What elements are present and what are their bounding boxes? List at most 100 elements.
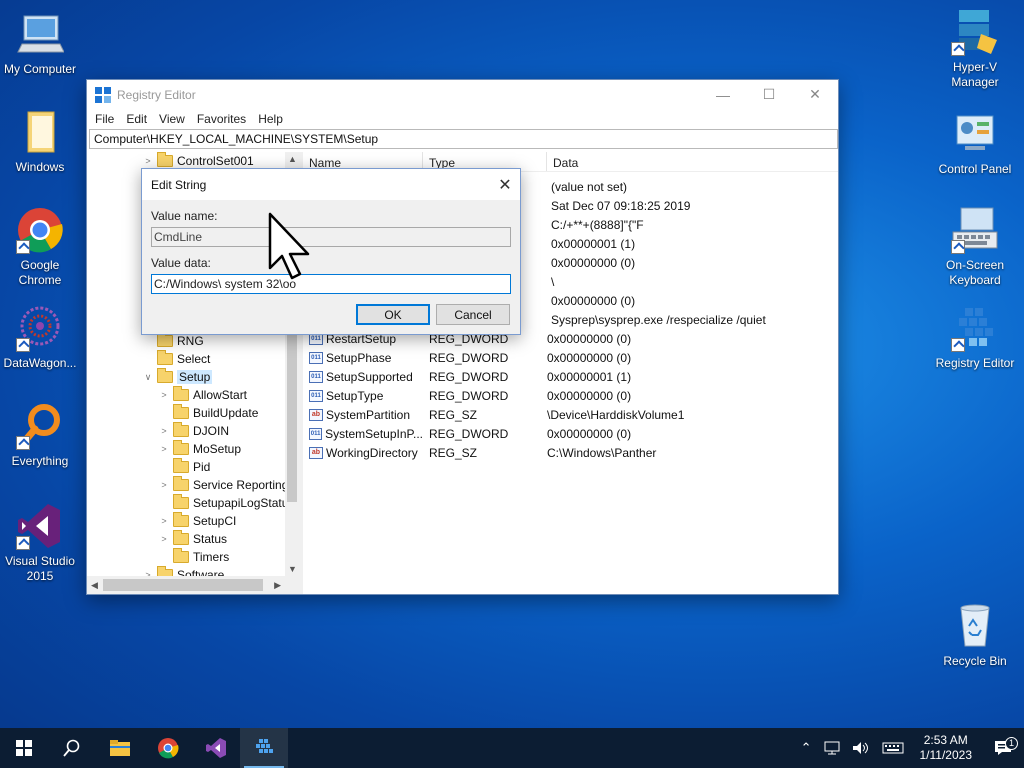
folder-icon xyxy=(157,350,173,365)
taskbar-registry-editor[interactable] xyxy=(240,728,288,768)
title-bar[interactable]: Registry Editor — ☐ ✕ xyxy=(87,80,838,109)
menu-file[interactable]: File xyxy=(89,112,120,126)
maximize-button[interactable]: ☐ xyxy=(746,80,792,109)
clock-time: 2:53 AM xyxy=(923,733,968,747)
tree-item-selected[interactable]: ∨ Setup xyxy=(143,368,213,386)
tree-item[interactable]: > Status xyxy=(159,530,227,548)
desktop-icon-hyperv[interactable]: Hyper-V Manager xyxy=(935,8,1015,90)
desktop-icon-keyboard[interactable]: On-Screen Keyboard xyxy=(935,206,1015,288)
value-data: 0x00000000 (0) xyxy=(547,426,632,441)
desktop-icon-control-panel[interactable]: Control Panel xyxy=(935,110,1015,177)
shortcut-arrow-icon xyxy=(16,536,30,550)
volume-icon[interactable] xyxy=(846,741,876,755)
folder-icon xyxy=(173,494,189,509)
clock[interactable]: 2:53 AM 1/11/2023 xyxy=(910,733,983,763)
scroll-right-icon[interactable]: ▶ xyxy=(274,580,281,591)
expand-arrow-icon[interactable]: > xyxy=(159,444,169,454)
desktop-icon-registry-editor[interactable]: Registry Editor xyxy=(935,304,1015,371)
tree-item[interactable]: > AllowStart xyxy=(159,386,247,404)
desktop-icon-my-computer[interactable]: My Computer xyxy=(0,10,80,77)
value-type: REG_DWORD xyxy=(429,388,509,403)
list-row[interactable]: 011 SetupType REG_DWORD 0x00000000 (0) xyxy=(303,386,631,405)
value-type: REG_SZ xyxy=(429,407,478,422)
tree-item[interactable]: BuildUpdate xyxy=(159,404,258,422)
tree-item-label: ControlSet001 xyxy=(177,154,254,168)
taskbar-chrome[interactable] xyxy=(144,728,192,768)
menu-favorites[interactable]: Favorites xyxy=(191,112,252,126)
expand-arrow-icon[interactable]: > xyxy=(159,480,169,490)
tree-item[interactable]: > DJOIN xyxy=(159,422,229,440)
column-header-data[interactable]: Data xyxy=(547,152,838,171)
tree-item[interactable]: > SetupCI xyxy=(159,512,236,530)
menu-view[interactable]: View xyxy=(153,112,191,126)
expand-arrow-icon[interactable]: > xyxy=(159,516,169,526)
folder-icon xyxy=(157,368,173,383)
tree-item[interactable]: Select xyxy=(143,350,210,368)
collapse-arrow-icon[interactable]: ∨ xyxy=(143,372,153,383)
taskbar-search-button[interactable] xyxy=(48,728,96,768)
expand-arrow-icon[interactable]: > xyxy=(159,426,169,436)
desktop-icon-visual-studio[interactable]: Visual Studio 2015 xyxy=(0,502,80,584)
desktop-icon-everything[interactable]: Everything xyxy=(0,402,80,469)
value-name-field[interactable]: CmdLine xyxy=(151,227,511,247)
expand-arrow-icon[interactable]: > xyxy=(159,390,169,400)
search-icon xyxy=(63,739,80,757)
cancel-button[interactable]: Cancel xyxy=(436,304,510,325)
taskbar-file-explorer[interactable] xyxy=(96,728,144,768)
registry-editor-window[interactable]: Registry Editor — ☐ ✕ File Edit View Fav… xyxy=(86,79,839,595)
ok-button[interactable]: OK xyxy=(356,304,430,325)
expand-arrow-icon[interactable]: > xyxy=(143,156,153,166)
edit-string-dialog[interactable]: Edit String ✕ Value name: CmdLine Value … xyxy=(141,168,521,335)
notification-center-button[interactable]: 1 xyxy=(982,737,1024,756)
dword-icon: 011 xyxy=(309,389,323,402)
tree-item[interactable]: Timers xyxy=(159,548,229,566)
keyboard-icon[interactable] xyxy=(876,742,910,754)
shortcut-arrow-icon xyxy=(951,240,965,254)
chevron-up-icon[interactable]: ⌃ xyxy=(795,740,818,756)
menu-bar: File Edit View Favorites Help xyxy=(87,109,838,129)
list-row[interactable]: 011 SystemSetupInP... REG_DWORD 0x0000000… xyxy=(303,424,631,443)
minimize-button[interactable]: — xyxy=(700,80,746,109)
desktop-icon-windows[interactable]: Windows xyxy=(0,108,80,175)
datawagon-icon xyxy=(16,304,64,352)
value-data: C:\Windows\Panther xyxy=(547,445,657,460)
folder-icon xyxy=(173,422,189,437)
taskbar-visual-studio[interactable] xyxy=(192,728,240,768)
value-data: 0x00000001 (1) xyxy=(547,369,632,384)
value-data-field[interactable]: C:/Windows\ system 32\oo xyxy=(151,274,511,294)
close-icon[interactable]: ✕ xyxy=(490,175,520,195)
tree-item[interactable]: > MoSetup xyxy=(159,440,241,458)
address-bar[interactable]: Computer\HKEY_LOCAL_MACHINE\SYSTEM\Setup xyxy=(89,129,838,149)
list-row[interactable]: ab WorkingDirectory REG_SZ C:\Windows\Pan… xyxy=(303,443,656,462)
folder-icon xyxy=(157,152,173,167)
list-row[interactable]: ab SystemPartition REG_SZ \Device\Harddis… xyxy=(303,405,684,424)
desktop-icon-recycle-bin[interactable]: Recycle Bin xyxy=(935,602,1015,669)
close-button[interactable]: ✕ xyxy=(792,80,838,109)
recycle-bin-icon xyxy=(951,602,999,650)
mouse-cursor-icon xyxy=(268,212,314,285)
shortcut-arrow-icon xyxy=(951,338,965,352)
menu-help[interactable]: Help xyxy=(252,112,289,126)
value-type: REG_SZ xyxy=(429,445,478,460)
start-button[interactable] xyxy=(0,728,48,768)
menu-edit[interactable]: Edit xyxy=(120,112,153,126)
network-icon[interactable] xyxy=(818,741,846,755)
desktop-icon-label: On-Screen Keyboard xyxy=(945,258,1005,287)
list-row[interactable]: 011 SetupSupported REG_DWORD 0x00000001 (… xyxy=(303,367,631,386)
scroll-left-icon[interactable]: ◀ xyxy=(91,580,98,591)
expand-arrow-icon[interactable]: > xyxy=(159,534,169,544)
scroll-up-icon[interactable]: ▲ xyxy=(288,154,297,164)
folder-icon xyxy=(173,458,189,473)
value-type: REG_DWORD xyxy=(429,350,509,365)
scroll-down-icon[interactable]: ▼ xyxy=(288,564,297,574)
desktop-icon-datawagon[interactable]: DataWagon... xyxy=(0,304,80,371)
desktop-icon-chrome[interactable]: Google Chrome xyxy=(0,206,80,288)
dialog-title-bar[interactable]: Edit String ✕ xyxy=(142,169,520,200)
value-data: 0x00000000 (0) xyxy=(551,255,636,270)
tree-item[interactable]: Pid xyxy=(159,458,210,476)
tree-item[interactable]: > Service Reporting xyxy=(159,476,288,494)
tree-item[interactable]: SetupapiLogStatu xyxy=(159,494,288,512)
list-row[interactable]: 011 SetupPhase REG_DWORD 0x00000000 (0) xyxy=(303,348,631,367)
tree-horizontal-scrollbar[interactable]: ◀ ▶ xyxy=(87,576,299,594)
scrollbar-thumb[interactable] xyxy=(103,579,263,591)
